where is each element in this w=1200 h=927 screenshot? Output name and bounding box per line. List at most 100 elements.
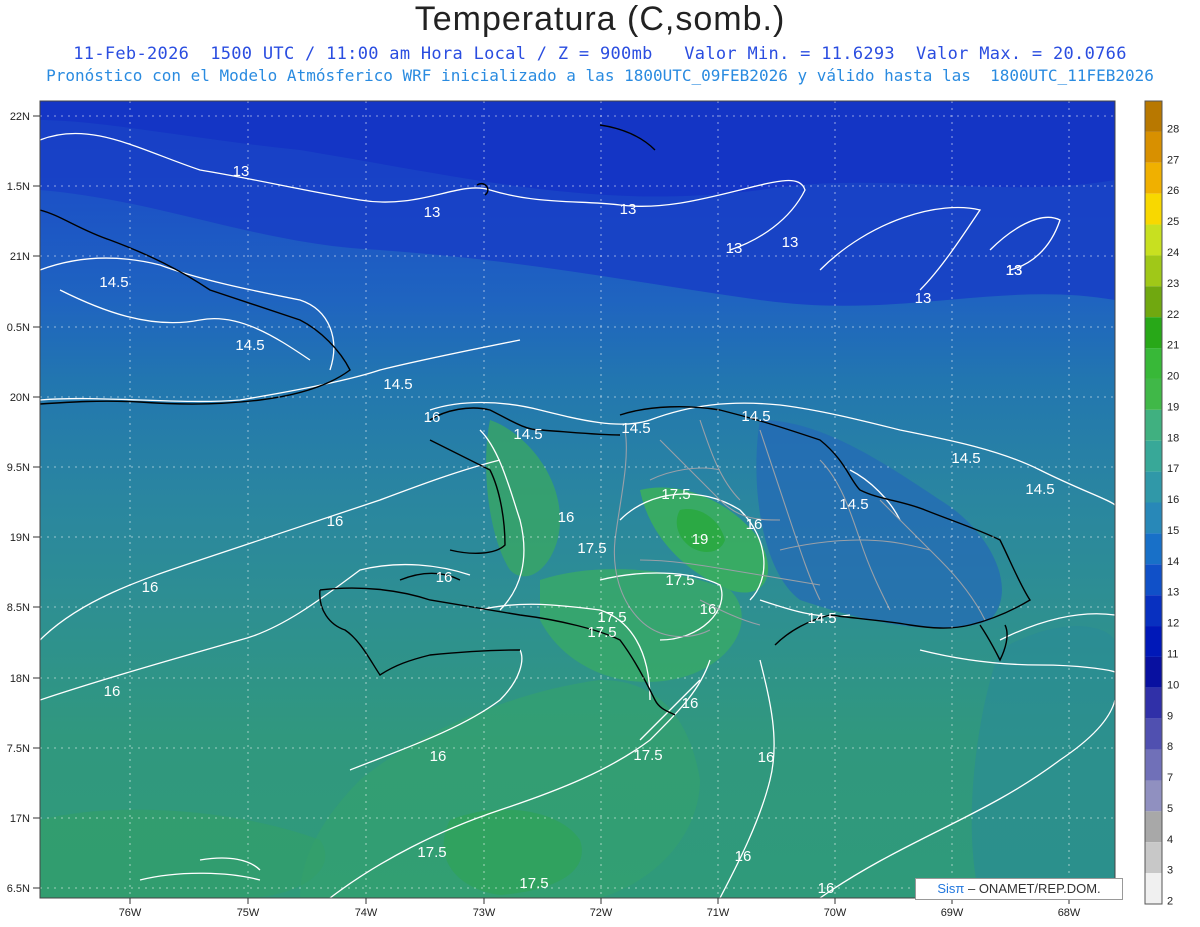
colorbar-level: 26	[1167, 185, 1179, 197]
lat-label: 9.5N	[7, 462, 30, 474]
lat-label: 21N	[10, 251, 30, 263]
contour-label: 14.5	[951, 450, 980, 467]
colorbar-level: 9	[1167, 710, 1173, 722]
colorbar-swatch	[1145, 656, 1162, 688]
contour-label: 16	[104, 683, 121, 700]
colorbar-level: 23	[1167, 278, 1179, 290]
credit-text: – ONAMET/REP.DOM.	[964, 881, 1101, 896]
contour-label: 13	[915, 290, 932, 307]
contour-label: 17.5	[577, 540, 606, 557]
colorbar-swatch	[1145, 255, 1162, 287]
contour-label: 14.5	[621, 420, 650, 437]
colorbar-swatch	[1145, 626, 1162, 657]
colorbar-level: 4	[1167, 834, 1173, 846]
colorbar-level: 14	[1167, 556, 1179, 568]
colorbar-level: 27	[1167, 154, 1179, 166]
colorbar-level: 15	[1167, 525, 1179, 537]
contour-label: 17.5	[665, 572, 694, 589]
colorbar-level: 2	[1167, 896, 1173, 908]
contour-label: 14.5	[235, 337, 264, 354]
colorbar-level: 10	[1167, 679, 1179, 691]
lon-label: 69W	[941, 907, 964, 919]
colorbar-swatch	[1145, 224, 1162, 256]
lat-label: 8.5N	[7, 602, 30, 614]
contour-label: 17.5	[519, 875, 548, 892]
lat-label: 19N	[10, 532, 30, 544]
colorbar-swatch	[1145, 378, 1162, 410]
contour-label: 14.5	[513, 426, 542, 443]
contour-label: 16	[142, 579, 159, 596]
colorbar-swatch	[1145, 780, 1162, 812]
contour-label: 14.5	[839, 496, 868, 513]
lat-label: 22N	[10, 111, 30, 123]
colorbar-level: 11	[1167, 648, 1178, 660]
contour-label: 13	[620, 201, 637, 218]
colorbar-level: 3	[1167, 865, 1173, 877]
lon-label: 70W	[824, 907, 847, 919]
contour-label: 16	[682, 695, 699, 712]
lat-label: 1.5N	[7, 181, 30, 193]
contour-label: 14.5	[383, 376, 412, 393]
lat-label: 7.5N	[7, 743, 30, 755]
contour-label: 16	[327, 513, 344, 530]
colorbar-swatch	[1145, 101, 1162, 132]
contour-label: 16	[436, 569, 453, 586]
colorbar-swatch	[1145, 193, 1162, 225]
lon-label: 74W	[355, 907, 378, 919]
colorbar-swatch	[1145, 873, 1162, 904]
contour-label: 13	[726, 240, 743, 257]
colorbar-swatch	[1145, 409, 1162, 441]
colorbar-level: 20	[1167, 371, 1179, 383]
contour-label: 16	[700, 601, 717, 618]
lat-label: 20N	[10, 392, 30, 404]
contour-label: 16	[758, 749, 775, 766]
colorbar-swatch	[1145, 687, 1162, 719]
contour-label: 13	[233, 163, 250, 180]
colorbar-level: 22	[1167, 309, 1179, 321]
colorbar-level: 12	[1167, 618, 1179, 630]
contour-label: 16	[424, 409, 441, 426]
contour-label: 13	[1006, 262, 1023, 279]
contour-label: 13	[424, 204, 441, 221]
colorbar-swatch	[1145, 533, 1162, 565]
contour-label: 17.5	[661, 486, 690, 503]
colorbar-level: 5	[1167, 803, 1173, 815]
colorbar-swatch	[1145, 564, 1162, 596]
contour-label: 17.5	[633, 747, 662, 764]
contour-label: 14.5	[99, 274, 128, 291]
contour-label: 14.5	[1025, 481, 1054, 498]
colorbar-level: 17	[1167, 463, 1179, 475]
colorbar-level: 28	[1167, 123, 1179, 135]
lat-label: 18N	[10, 673, 30, 685]
colorbar-swatch	[1145, 471, 1162, 503]
contour-label: 17.5	[587, 624, 616, 641]
lon-label: 71W	[707, 907, 730, 919]
colorbar-swatch	[1145, 811, 1162, 843]
temperature-map: 13 13 13 13 13 13 13 13 14.5 14.5 14.5 14.5 14.5 14.5…	[7, 100, 1179, 919]
colorbar-swatch	[1145, 749, 1162, 781]
colorbar-swatch	[1145, 317, 1162, 349]
lat-label: 0.5N	[7, 322, 30, 334]
colorbar-level: 13	[1167, 587, 1179, 599]
contour-label: 13	[782, 234, 799, 251]
colorbar-level: 8	[1167, 741, 1173, 753]
colorbar-swatch	[1145, 131, 1162, 163]
colorbar-level: 18	[1167, 432, 1179, 444]
lon-label: 68W	[1058, 907, 1081, 919]
credit-brand: Sisπ	[937, 881, 965, 896]
contour-label: 16	[430, 748, 447, 765]
lon-label: 73W	[473, 907, 496, 919]
lat-label: 17N	[10, 813, 30, 825]
colorbar-level: 25	[1167, 216, 1179, 228]
colorbar-legend: 2827262524232221201918171615141312111098…	[1144, 100, 1179, 908]
credit-box: Sisπ – ONAMET/REP.DOM.	[915, 878, 1123, 900]
colorbar-level: 16	[1167, 494, 1179, 506]
colorbar-swatch	[1145, 348, 1162, 379]
lat-label: 6.5N	[7, 883, 30, 895]
lon-label: 76W	[119, 907, 142, 919]
contour-label: 16	[558, 509, 575, 526]
lon-label: 72W	[590, 907, 613, 919]
contour-label: 17.5	[417, 844, 446, 861]
contour-label: 14.5	[807, 610, 836, 627]
contour-label: 16	[818, 880, 835, 897]
